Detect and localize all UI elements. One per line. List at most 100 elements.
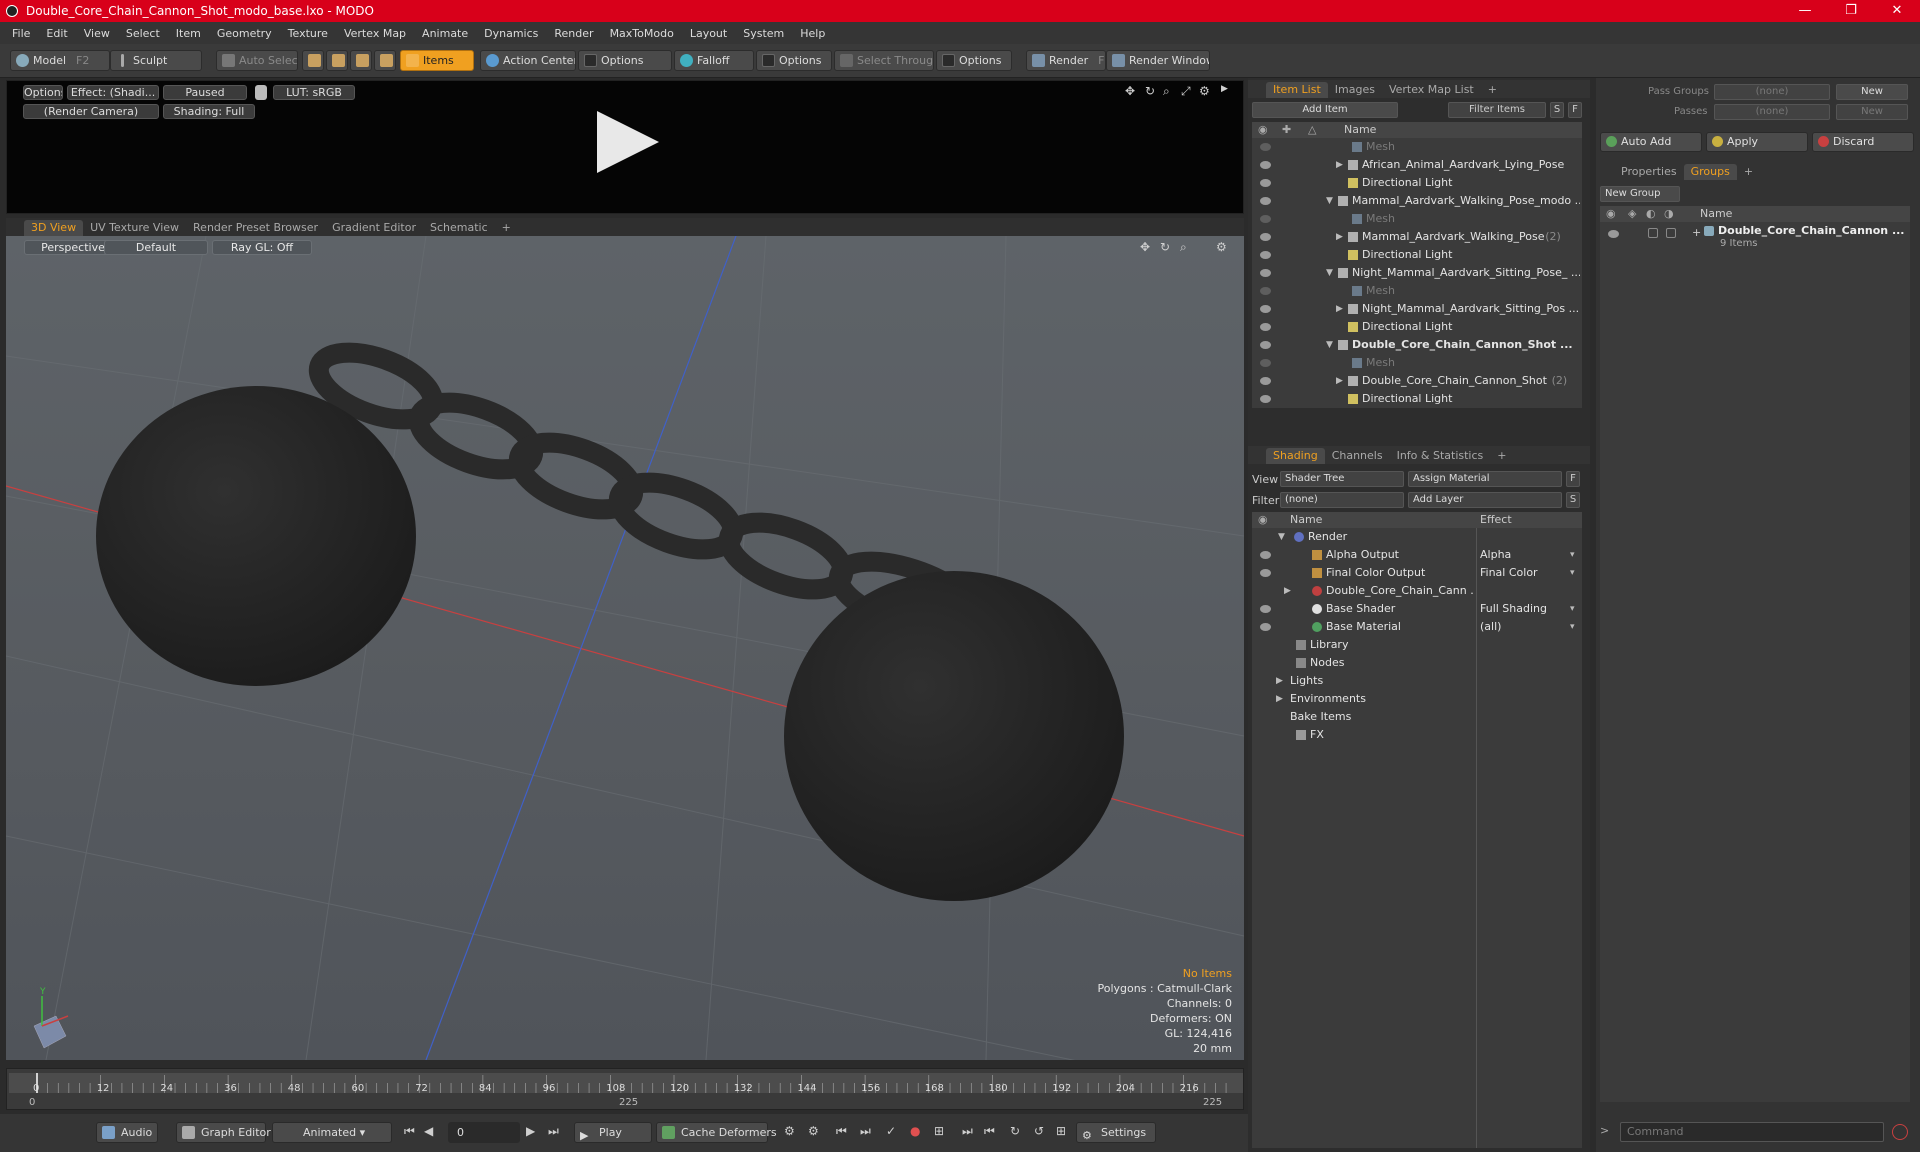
shader-tree-row[interactable]: FX [1252, 726, 1582, 744]
expand-arrow-icon[interactable]: ▶ [1284, 582, 1291, 600]
visibility-eye-icon[interactable] [1260, 251, 1271, 259]
shader-visibility-icon[interactable] [1260, 569, 1271, 577]
shader-tree-row[interactable]: Bake Items [1252, 708, 1582, 726]
tab-groups[interactable]: Groups [1683, 164, 1737, 180]
new-group-button[interactable]: New Group [1600, 186, 1680, 202]
command-input[interactable]: Command [1620, 1122, 1884, 1142]
shader-tree-row[interactable]: Nodes [1252, 654, 1582, 672]
add-shading-tab-button[interactable]: + [1490, 448, 1513, 464]
rotate-icon[interactable]: ↻ [1145, 84, 1155, 98]
shading-style-dropdown[interactable]: Default [104, 240, 208, 255]
expand-arrow-icon[interactable]: ▶ [1336, 372, 1343, 390]
select-through-options-button[interactable]: Options [936, 50, 1012, 71]
cache-deformers-button[interactable]: Cache Deformers [656, 1122, 777, 1143]
visibility-eye-icon[interactable] [1260, 179, 1271, 187]
passes-dropdown[interactable]: (none) [1714, 104, 1830, 120]
material-mode-button[interactable] [374, 50, 396, 71]
shading-s-button[interactable]: S [1566, 492, 1580, 508]
polygon-mode-button[interactable] [350, 50, 372, 71]
shading-dropdown[interactable]: Shading: Full [163, 104, 255, 119]
filter-s-button[interactable]: S [1550, 102, 1564, 118]
play-button[interactable]: ▶ Play [574, 1122, 652, 1143]
shader-tree-row[interactable]: ▶ Environments [1252, 690, 1582, 708]
shader-effect-value[interactable]: Full Shading [1480, 600, 1547, 618]
itemlist-row[interactable]: ▶ Mammal_Aardvark_Walking_Pose (2) [1252, 228, 1582, 246]
settings-button[interactable]: ⚙ Settings [1076, 1122, 1156, 1143]
visibility-eye-icon[interactable] [1260, 233, 1271, 241]
menu-view[interactable]: View [76, 27, 118, 40]
action-center-options-button[interactable]: Options [578, 50, 672, 71]
menu-item[interactable]: Item [168, 27, 209, 40]
visibility-eye-icon[interactable] [1260, 323, 1271, 331]
itemlist-row[interactable]: ▶ Night_Mammal_Aardvark_Sitting_Pos ... [1252, 300, 1582, 318]
menu-render[interactable]: Render [546, 27, 601, 40]
raygl-dropdown[interactable]: Ray GL: Off [212, 240, 312, 255]
pan-icon[interactable]: ✥ [1125, 84, 1135, 98]
menu-vertex-map[interactable]: Vertex Map [336, 27, 414, 40]
tab-properties[interactable]: Properties [1614, 164, 1684, 180]
gear-icon[interactable]: ⚙ [1199, 84, 1210, 98]
itemlist-row[interactable]: ▼ Double_Core_Chain_Cannon_Shot ... [1252, 336, 1582, 354]
itemlist-row[interactable]: ▶ Double_Core_Chain_Cannon_Shot (2) [1252, 372, 1582, 390]
shader-visibility-icon[interactable] [1260, 605, 1271, 613]
shading-filter-dropdown[interactable]: (none) [1280, 492, 1404, 508]
menu-help[interactable]: Help [792, 27, 833, 40]
fit-icon[interactable]: ⤢ [1181, 84, 1191, 99]
zoom-icon[interactable]: ⌕ [1163, 84, 1170, 99]
viewport-gear-icon[interactable]: ⚙ [1216, 240, 1227, 254]
collapse-arrow-icon[interactable]: ▼ [1278, 528, 1285, 546]
group-visibility-icon[interactable] [1608, 230, 1619, 238]
menu-system[interactable]: System [735, 27, 792, 40]
viewport-pan-icon[interactable]: ✥ [1140, 240, 1150, 254]
prev-key-icon[interactable]: ⏮ [836, 1124, 847, 1139]
camera-dropdown[interactable]: (Render Camera) [23, 104, 159, 119]
tab-uv-texture-view[interactable]: UV Texture View [83, 220, 186, 236]
add-panel-tab-button[interactable]: + [1481, 82, 1504, 98]
effect-dropdown-arrow-icon[interactable]: ▾ [1570, 564, 1575, 582]
itemlist-row[interactable]: Mesh [1252, 354, 1582, 372]
tab-schematic[interactable]: Schematic [423, 220, 495, 236]
shader-effect-value[interactable]: Alpha [1480, 546, 1511, 564]
menu-edit[interactable]: Edit [38, 27, 75, 40]
visibility-eye-icon[interactable] [1260, 269, 1271, 277]
falloff-options-button[interactable]: Options [756, 50, 832, 71]
render-button[interactable]: RenderF9 [1026, 50, 1106, 71]
add-groups-tab-button[interactable]: + [1737, 164, 1760, 180]
visibility-eye-icon[interactable] [1260, 377, 1271, 385]
sync-icon[interactable]: ↺ [1034, 1124, 1044, 1138]
timeline[interactable]: 0 12 24 36 48 60 72 84 96 108 120 132 144 156 168 180 19… [6, 1068, 1244, 1110]
itemlist-row[interactable]: Directional Light [1252, 390, 1582, 408]
expand-arrow-icon[interactable]: ▶ [1336, 300, 1343, 318]
visibility-eye-icon[interactable] [1260, 197, 1271, 205]
loop-icon[interactable]: ↻ [1010, 1124, 1020, 1138]
collapse-arrow-icon[interactable]: ▼ [1326, 336, 1333, 354]
viewport-rotate-icon[interactable]: ↻ [1160, 240, 1170, 254]
frame-input[interactable]: 0 [448, 1122, 520, 1143]
shading-f-button[interactable]: F [1566, 471, 1580, 487]
select-through-button[interactable]: Select Through [834, 50, 934, 71]
tab-images[interactable]: Images [1328, 82, 1382, 98]
itemlist-row[interactable]: Mesh [1252, 210, 1582, 228]
vertex-mode-button[interactable] [302, 50, 324, 71]
animated-dropdown[interactable]: Animated ▾ [272, 1122, 392, 1143]
preview-options-button[interactable]: Options [23, 85, 63, 100]
tab-item-list[interactable]: Item List [1266, 82, 1328, 98]
model-mode-button[interactable]: Model F2 [10, 50, 110, 71]
itemlist-row[interactable]: Directional Light [1252, 174, 1582, 192]
visibility-eye-icon[interactable] [1260, 305, 1271, 313]
tab-shading[interactable]: Shading [1266, 448, 1325, 464]
visibility-eye-icon[interactable] [1260, 161, 1271, 169]
shader-tree-row[interactable]: ▶ Lights [1252, 672, 1582, 690]
group-lock-checkbox[interactable] [1648, 228, 1658, 238]
shader-tree-row[interactable]: Alpha Output Alpha ▾ [1252, 546, 1582, 564]
play-preview-icon[interactable] [593, 107, 663, 177]
shader-tree-row[interactable]: ▼ Render [1252, 528, 1582, 546]
visibility-eye-icon[interactable] [1260, 341, 1271, 349]
sculpt-mode-button[interactable]: Sculpt [110, 50, 202, 71]
last-frame-icon[interactable]: ⏭ [548, 1124, 559, 1139]
lut-dropdown[interactable]: LUT: sRGB [273, 85, 355, 100]
shader-effect-value[interactable]: Final Color [1480, 564, 1538, 582]
itemlist-row[interactable]: Directional Light [1252, 318, 1582, 336]
itemlist-row[interactable]: ▶ African_Animal_Aardvark_Lying_Pose [1252, 156, 1582, 174]
collapse-arrow-icon[interactable]: ▼ [1326, 192, 1333, 210]
